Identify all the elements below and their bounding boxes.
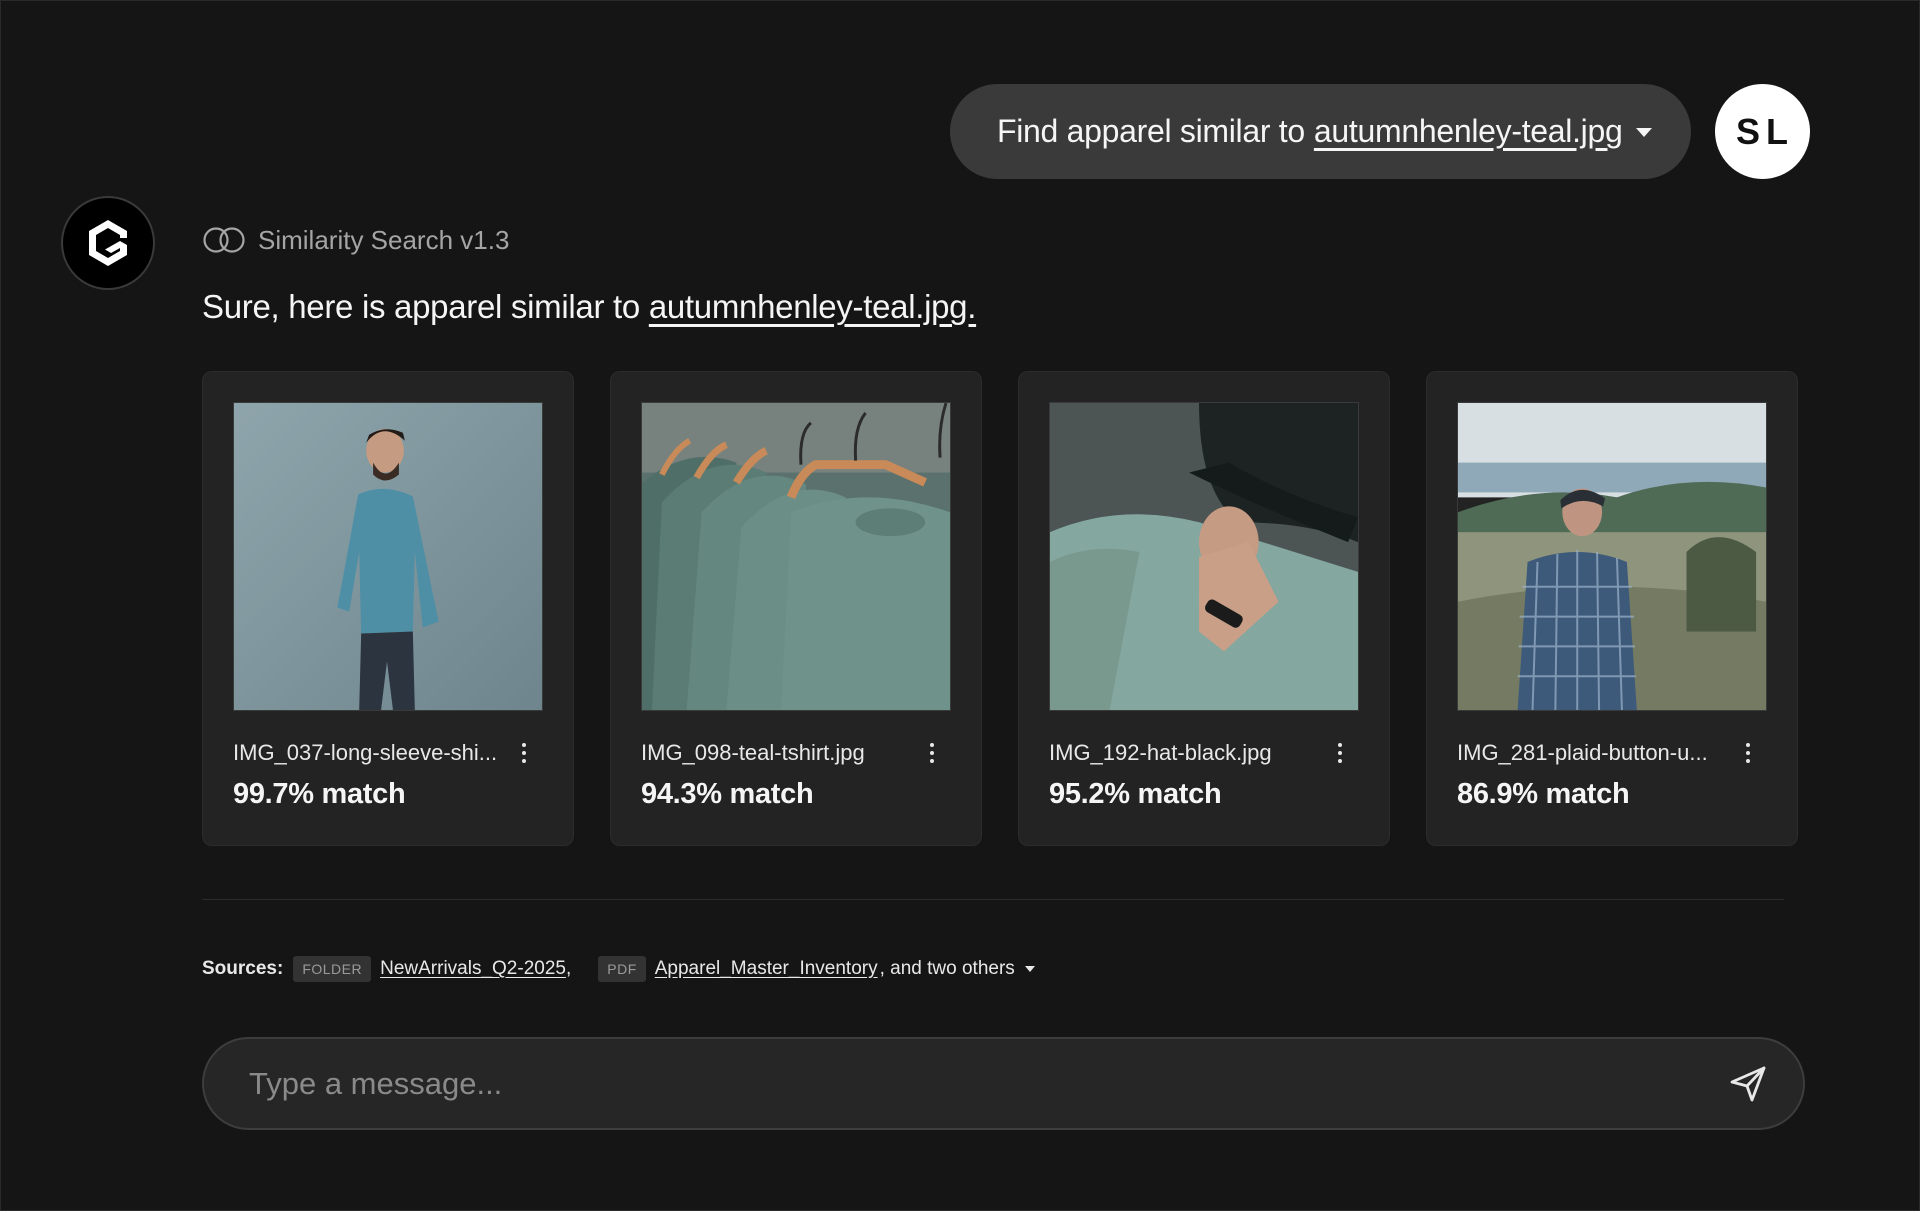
sources-row: Sources: FOLDER NewArrivals_Q2-2025 , PD… [202, 953, 1035, 985]
result-card[interactable]: IMG_281-plaid-button-u... 86.9% match [1426, 371, 1798, 846]
result-filename: IMG_037-long-sleeve-shi... [233, 740, 498, 765]
result-card[interactable]: IMG_037-long-sleeve-shi... 99.7% match [202, 371, 574, 846]
result-thumbnail[interactable] [641, 402, 951, 711]
match-score: 86.9% match [1457, 778, 1630, 810]
more-options-icon[interactable] [1740, 738, 1756, 768]
user-message-bubble: Find apparel similar to autumnhenley-tea… [950, 84, 1691, 179]
result-filename: IMG_281-plaid-button-u... [1457, 740, 1708, 765]
source-link-folder[interactable]: NewArrivals_Q2-2025 [380, 958, 566, 980]
result-filename: IMG_192-hat-black.jpg [1049, 740, 1272, 765]
result-card[interactable]: IMG_192-hat-black.jpg 95.2% match [1018, 371, 1390, 846]
user-message-text: Find apparel similar to [997, 113, 1305, 149]
source-type-badge: FOLDER [293, 956, 372, 982]
hexagon-logo-icon [61, 196, 155, 290]
source-separator: , [565, 958, 572, 979]
result-thumbnail[interactable] [1049, 402, 1359, 711]
sources-label: Sources: [202, 958, 284, 979]
more-options-icon[interactable] [1332, 738, 1348, 768]
caret-down-icon[interactable] [1636, 128, 1653, 137]
source-link-pdf[interactable]: Apparel_Master_Inventory [655, 958, 878, 980]
caret-down-icon [1024, 966, 1035, 972]
result-card[interactable]: IMG_098-teal-tshirt.jpg 94.3% match [610, 371, 982, 846]
chat-window: Find apparel similar to autumnhenley-tea… [0, 0, 1920, 1211]
assistant-reply: Sure, here is apparel similar to autumnh… [202, 288, 976, 326]
more-options-icon[interactable] [516, 738, 532, 768]
message-input[interactable] [249, 1039, 1689, 1128]
more-sources-text: , and two others [879, 958, 1015, 979]
source-type-badge: PDF [598, 956, 646, 982]
more-options-icon[interactable] [924, 738, 940, 768]
user-avatar[interactable]: SL [1715, 84, 1810, 179]
user-message-file-link[interactable]: autumnhenley-teal.jpg [1314, 113, 1623, 150]
result-cards: IMG_037-long-sleeve-shi... 99.7% match I… [202, 371, 1799, 846]
divider [202, 899, 1784, 900]
message-composer [202, 1037, 1805, 1130]
send-icon [1730, 1066, 1766, 1102]
send-button[interactable] [1725, 1061, 1771, 1107]
model-label: Similarity Search v1.3 [202, 223, 509, 257]
more-sources-toggle[interactable]: , and two others [880, 958, 1035, 980]
result-thumbnail[interactable] [233, 402, 543, 711]
assistant-reply-text: Sure, here is apparel similar to [202, 288, 640, 325]
match-score: 95.2% match [1049, 778, 1222, 810]
match-score: 99.7% match [233, 778, 406, 810]
result-thumbnail[interactable] [1457, 402, 1767, 711]
assistant-reply-file-link[interactable]: autumnhenley-teal.jpg. [649, 288, 977, 325]
model-name: Similarity Search v1.3 [258, 224, 510, 255]
overlapping-circles-icon [203, 227, 245, 253]
result-filename: IMG_098-teal-tshirt.jpg [641, 740, 865, 765]
match-score: 94.3% match [641, 778, 814, 810]
